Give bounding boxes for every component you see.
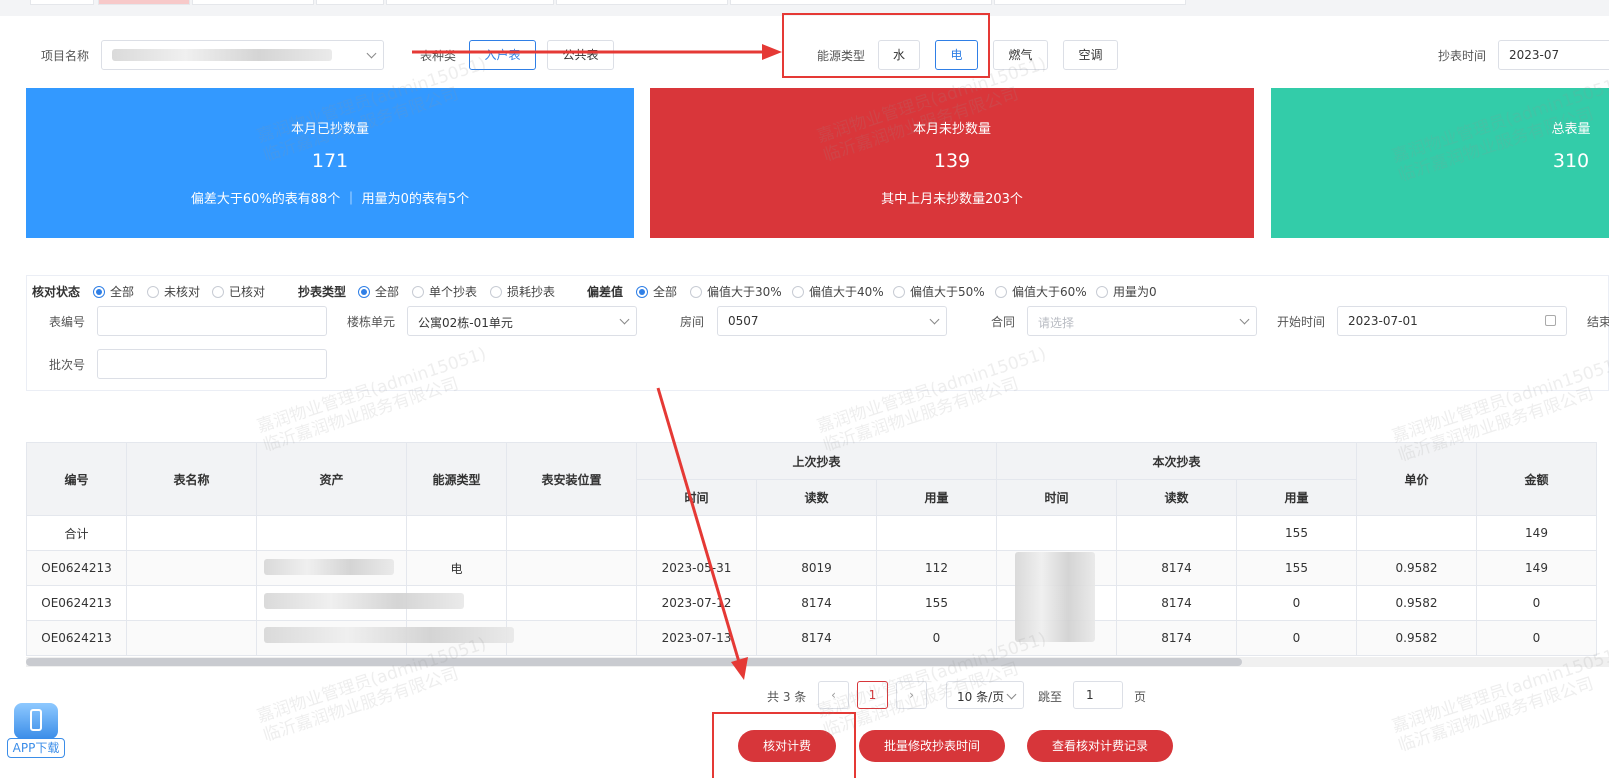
arrow-head-icon <box>762 44 782 60</box>
annotation-arrows <box>412 44 782 680</box>
arrow-to-verify <box>656 387 741 663</box>
arrow-head-icon <box>731 657 748 680</box>
